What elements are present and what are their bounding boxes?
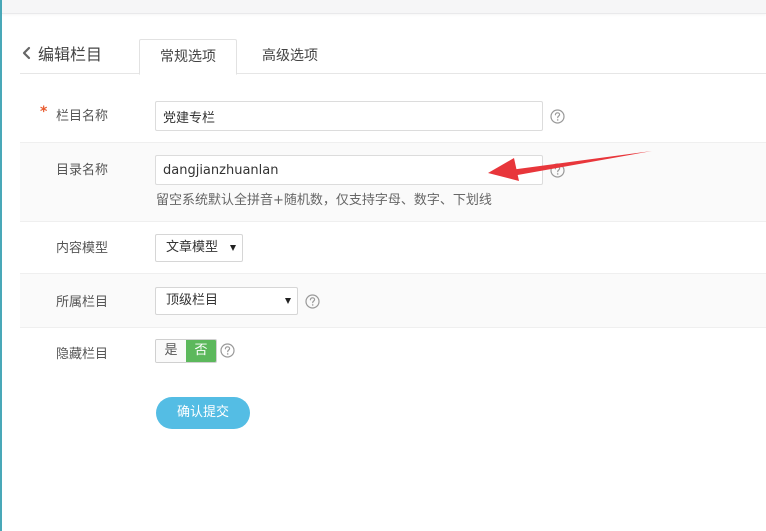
name-input[interactable] — [155, 101, 543, 131]
top-bar — [2, 0, 766, 14]
page-title: 编辑栏目 — [38, 45, 103, 64]
back-button[interactable]: 编辑栏目 — [20, 42, 102, 64]
form-row-parent: 所属栏目 — [20, 273, 766, 328]
parent-label: 所属栏目 — [56, 295, 109, 310]
name-label: 栏目名称 — [56, 109, 109, 124]
chevron-left-icon — [22, 46, 31, 60]
hidden-toggle[interactable]: 是 否 — [155, 339, 217, 363]
help-circle-icon[interactable] — [220, 343, 235, 358]
hidden-toggle-yes[interactable]: 是 — [156, 340, 186, 362]
help-circle-icon[interactable] — [550, 163, 565, 178]
model-select[interactable]: 文章模型 — [155, 234, 243, 262]
help-circle-icon[interactable] — [305, 294, 320, 309]
form-row-model: 内容模型 — [20, 220, 766, 273]
caret-down-icon — [230, 245, 236, 251]
model-select-value: 文章模型 — [166, 240, 219, 255]
tabs-divider — [20, 73, 766, 74]
dir-hint: 留空系统默认全拼音+随机数，仅支持字母、数字、下划线 — [156, 193, 492, 208]
form-row-hidden: 隐藏栏目 — [20, 326, 766, 378]
hidden-toggle-no[interactable]: 否 — [186, 340, 216, 362]
model-label: 内容模型 — [56, 241, 109, 256]
caret-down-icon — [285, 298, 291, 304]
submit-button[interactable]: 确认提交 — [156, 397, 250, 429]
hidden-label: 隐藏栏目 — [56, 347, 109, 362]
help-circle-icon[interactable] — [550, 109, 565, 124]
required-mark: * — [40, 104, 48, 120]
tab-general[interactable]: 常规选项 — [139, 39, 237, 75]
dir-input[interactable] — [155, 155, 543, 185]
parent-select[interactable]: 顶级栏目 — [155, 287, 298, 315]
left-accent-rule — [0, 0, 2, 531]
parent-select-value: 顶级栏目 — [166, 293, 219, 308]
tab-advanced[interactable]: 高级选项 — [242, 39, 338, 73]
dir-label: 目录名称 — [56, 163, 109, 178]
